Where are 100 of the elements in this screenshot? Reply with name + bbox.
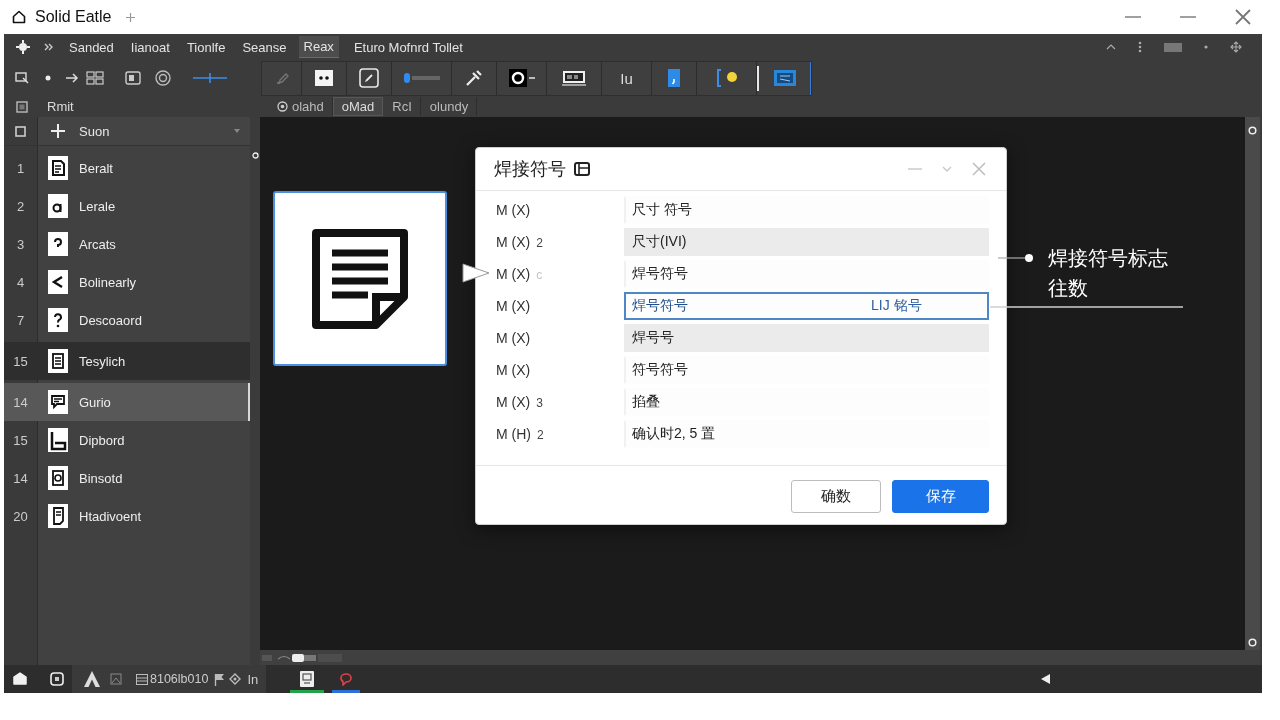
grid-icon[interactable]	[86, 71, 104, 85]
document-card[interactable]	[273, 191, 447, 366]
document-icon	[312, 228, 408, 329]
value-field[interactable]: 焊号符号 LIJ 铭号	[624, 292, 989, 320]
save-button[interactable]: 保存	[892, 480, 989, 513]
plus-icon	[51, 124, 65, 138]
question-icon	[48, 308, 68, 332]
field-label: M (X)	[496, 202, 532, 218]
quote-tile-icon	[668, 69, 680, 87]
image-icon[interactable]	[110, 673, 122, 685]
window-icon[interactable]	[15, 72, 29, 84]
sidebar-item[interactable]: 15 Dipbord	[4, 421, 250, 459]
menu-item[interactable]: Sanded	[64, 36, 119, 58]
brush-icon	[274, 72, 289, 84]
sidebar-item[interactable]: 2 Lerale	[4, 187, 250, 225]
line-number: 14	[13, 394, 28, 410]
menu-item[interactable]: Seanse	[237, 36, 292, 58]
move-icon[interactable]	[1230, 41, 1242, 53]
plus-icon[interactable]	[125, 12, 135, 22]
sun-icon[interactable]	[16, 40, 30, 54]
tab[interactable]: olahd	[268, 97, 333, 116]
left-arrow-icon[interactable]	[1041, 674, 1050, 684]
frame-icon	[574, 162, 590, 176]
document-icon	[48, 504, 68, 528]
sidebar-item[interactable]: 4 Bolinearly	[4, 263, 250, 301]
line-number: 7	[16, 312, 25, 328]
message-icon	[48, 390, 68, 414]
pentagon-icon[interactable]	[13, 672, 27, 686]
bracket-icon	[48, 428, 68, 452]
panel-icon[interactable]	[125, 70, 141, 86]
circle-icon[interactable]	[1248, 638, 1257, 647]
arrow-icon[interactable]	[65, 73, 79, 83]
sidebar-item[interactable]: 20 Htadivoent	[4, 497, 250, 535]
home-icon	[12, 10, 26, 24]
handle-icon[interactable]	[252, 152, 259, 159]
line-number: 1	[16, 160, 25, 176]
circle-icon[interactable]	[1248, 126, 1257, 135]
line-number: 4	[16, 274, 25, 290]
field-label: M (X)	[496, 362, 532, 378]
menu-item[interactable]: Reax	[298, 36, 339, 58]
tab[interactable]: olundy	[420, 97, 478, 116]
monitor-icon	[562, 70, 586, 86]
target-icon	[277, 101, 288, 112]
flag-icon[interactable]	[214, 672, 225, 686]
line-number: 2	[16, 198, 25, 214]
callout-label: 焊接符号标志往数	[1048, 246, 1169, 301]
crosshair-icon[interactable]	[193, 72, 227, 84]
line-number: 15	[13, 353, 28, 369]
cancel-button[interactable]: 确数	[791, 480, 881, 513]
caret-icon	[234, 129, 240, 133]
bar-icon[interactable]	[1164, 42, 1182, 52]
field-label: M (X) 2	[496, 234, 544, 250]
sidebar-item[interactable]: 14 Gurio	[4, 383, 250, 421]
tools-icon	[465, 69, 483, 87]
speech-bubble-icon	[339, 672, 354, 686]
menu-item[interactable]: Tionlfe	[181, 36, 231, 58]
sidebar-item[interactable]: 14 Binsotd	[4, 459, 250, 497]
sidebar-item[interactable]: 1 Beralt	[4, 149, 250, 187]
line-number: 20	[13, 508, 28, 524]
tool-button[interactable]: Iu	[602, 61, 652, 95]
document-icon	[48, 156, 68, 180]
table-icon	[136, 673, 148, 685]
close-icon[interactable]	[1235, 9, 1251, 25]
field-label: M (X) c	[496, 266, 544, 282]
angle-icon	[48, 270, 68, 294]
more-icon[interactable]	[1138, 41, 1142, 53]
slider-icon	[403, 73, 440, 83]
ring-stem-icon	[48, 194, 68, 218]
dot-icon[interactable]	[45, 75, 51, 81]
vertical-scrollbar[interactable]	[1245, 117, 1260, 650]
tab[interactable]: RcI	[383, 97, 421, 116]
menu-item[interactable]: Iianoat	[125, 36, 175, 58]
sidebar-item[interactable]: 3 Arcats	[4, 225, 250, 263]
pen-icon	[359, 68, 379, 88]
status-unit: In	[247, 671, 259, 687]
square-dots-icon	[315, 70, 333, 86]
scroll-controls[interactable]	[262, 652, 342, 663]
value-field[interactable]: 焊号号	[624, 324, 989, 352]
field-label: M (X)	[496, 330, 532, 346]
caret-up-icon[interactable]	[1106, 44, 1116, 50]
peak-icon[interactable]	[84, 671, 100, 687]
tab[interactable]: oMad	[332, 97, 384, 116]
field-label: M (H) 2	[496, 426, 545, 442]
menu-item[interactable]: Eturo Mofnrd Tollet	[348, 36, 468, 58]
value-field[interactable]: 尺寸(IVI)	[624, 228, 989, 256]
sidebar-item[interactable]: 15 Tesylich	[4, 342, 250, 380]
stamp-icon	[48, 466, 68, 490]
monitor-icon	[300, 671, 315, 687]
sphere-icon[interactable]	[155, 70, 171, 86]
line-number: 14	[13, 470, 28, 486]
field-label: M (X)	[496, 298, 532, 314]
dialog-title: 焊接符号	[494, 158, 566, 181]
square-icon[interactable]	[15, 125, 26, 137]
tag-icon[interactable]	[229, 673, 242, 685]
list-icon	[48, 349, 68, 373]
sidebar-item[interactable]: 7 Descoaord	[4, 301, 250, 339]
screen-icon	[773, 70, 796, 86]
dot-icon[interactable]	[1204, 45, 1208, 49]
line-number: 3	[16, 236, 25, 252]
double-chevron-icon[interactable]	[44, 43, 54, 51]
